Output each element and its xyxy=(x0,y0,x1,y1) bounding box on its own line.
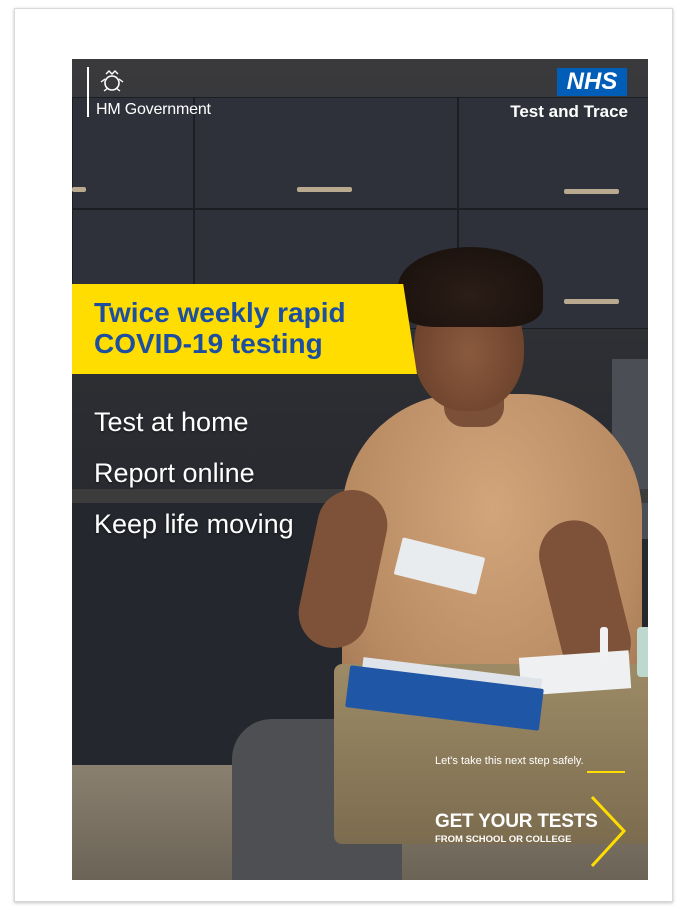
benefit-list: Test at home Report online Keep life mov… xyxy=(94,397,394,550)
document-page: HM Government NHS Test and Trace Twice w… xyxy=(14,8,673,902)
cabinet-handle xyxy=(72,187,86,192)
person-hair xyxy=(398,247,543,327)
tagline: Let's take this next step safely. xyxy=(435,755,584,767)
bottle xyxy=(637,627,648,677)
nhs-service-name: Test and Trace xyxy=(510,102,628,121)
benefit-item: Keep life moving xyxy=(94,509,294,539)
benefit-item: Test at home xyxy=(94,407,249,437)
test-tube xyxy=(600,627,608,657)
gov-divider xyxy=(87,67,89,117)
cta-title: GET YOUR TESTS xyxy=(435,811,598,832)
cabinet-handle xyxy=(564,189,619,194)
nhs-logo: NHS xyxy=(557,68,627,96)
headline: Twice weekly rapid COVID-19 testing xyxy=(94,297,346,359)
cabinet-handle xyxy=(297,187,352,192)
benefit-item: Report online xyxy=(94,458,255,488)
cta-subtitle: FROM SCHOOL OR COLLEGE xyxy=(435,834,572,845)
poster: HM Government NHS Test and Trace Twice w… xyxy=(72,59,648,880)
cabinet-handle xyxy=(564,299,619,304)
chevron-right-icon xyxy=(588,794,628,869)
royal-crest-icon xyxy=(98,69,126,95)
cabinet-door xyxy=(194,97,458,209)
gov-name: HM Government xyxy=(96,101,211,118)
tagline-underline xyxy=(587,771,625,773)
